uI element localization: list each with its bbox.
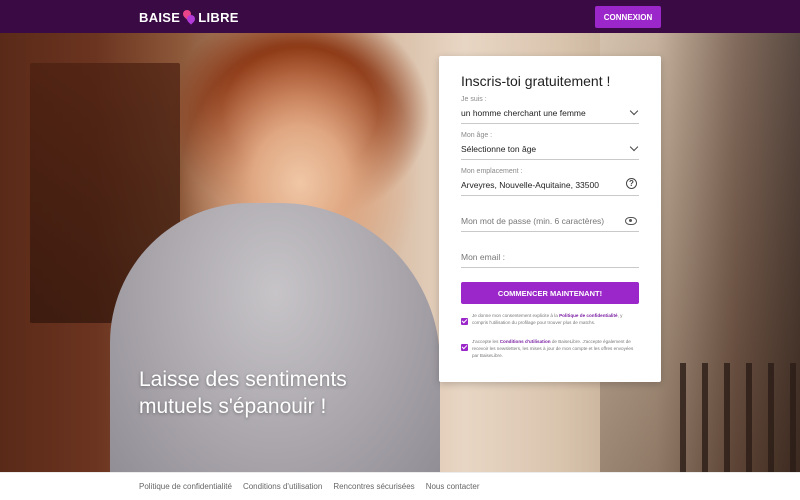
gender-label: Je suis : xyxy=(461,96,487,103)
hero-tagline: Laisse des sentiments mutuels s'épanouir… xyxy=(139,366,347,420)
hero-railing-background xyxy=(680,363,800,472)
gender-select[interactable]: Je suis : un homme cherchant une femme xyxy=(461,96,639,124)
privacy-consent-text: Je donne mon consentement explicite à la… xyxy=(472,312,639,326)
gender-value: un homme cherchant une femme xyxy=(461,108,586,118)
tagline-line-2: mutuels s'épanouir ! xyxy=(139,395,327,418)
chevron-down-icon xyxy=(629,142,639,152)
signup-form-card: Inscris-toi gratuitement ! Je suis : un … xyxy=(439,56,661,382)
logo-text-left: BAISE xyxy=(139,9,181,25)
footer: Politique de confidentialité Conditions … xyxy=(0,472,800,500)
age-select[interactable]: Mon âge : Sélectionne ton âge xyxy=(461,132,639,160)
email-field[interactable]: Mon email : xyxy=(461,246,639,268)
footer-link-privacy[interactable]: Politique de confidentialité xyxy=(139,482,232,491)
terms-of-use-link[interactable]: Conditions d'utilisation xyxy=(500,339,551,344)
start-now-button[interactable]: COMMENCER MAINTENANT! xyxy=(461,282,639,304)
tagline-line-1: Laisse des sentiments xyxy=(139,368,347,391)
password-placeholder: Mon mot de passe (min. 6 caractères) xyxy=(461,216,605,226)
hearts-logo-icon xyxy=(181,8,197,26)
footer-link-safe-dating[interactable]: Rencontres sécurisées xyxy=(333,482,414,491)
help-icon[interactable]: ? xyxy=(626,178,637,189)
age-label: Mon âge : xyxy=(461,132,493,139)
form-title: Inscris-toi gratuitement ! xyxy=(461,73,611,89)
privacy-consent: Je donne mon consentement explicite à la… xyxy=(461,312,639,326)
email-placeholder: Mon email : xyxy=(461,252,505,262)
password-field[interactable]: Mon mot de passe (min. 6 caractères) xyxy=(461,208,639,232)
hero-person-jacket xyxy=(110,203,440,472)
terms-consent-pre: J'accepte les xyxy=(472,339,499,344)
terms-consent: J'accepte les Conditions d'utilisation d… xyxy=(461,338,639,359)
privacy-consent-checkbox[interactable] xyxy=(461,318,468,325)
site-logo[interactable]: BAISE LIBRE xyxy=(139,8,239,26)
privacy-policy-link[interactable]: Politique de confidentialité xyxy=(559,313,617,318)
location-value: Arveyres, Nouvelle-Aquitaine, 33500 xyxy=(461,180,599,190)
hero-background-photo xyxy=(0,33,800,472)
top-navigation-bar: BAISE LIBRE CONNEXION xyxy=(0,0,800,33)
footer-link-contact[interactable]: Nous contacter xyxy=(426,482,480,491)
chevron-down-icon xyxy=(629,106,639,116)
terms-consent-checkbox[interactable] xyxy=(461,344,468,351)
location-field[interactable]: Mon emplacement : Arveyres, Nouvelle-Aqu… xyxy=(461,168,639,196)
location-label: Mon emplacement : xyxy=(461,168,523,175)
login-button[interactable]: CONNEXION xyxy=(595,6,661,28)
footer-link-terms[interactable]: Conditions d'utilisation xyxy=(243,482,322,491)
logo-text-right: LIBRE xyxy=(198,9,239,25)
show-password-eye-icon[interactable] xyxy=(625,217,637,225)
terms-consent-text: J'accepte les Conditions d'utilisation d… xyxy=(472,338,639,359)
privacy-consent-pre: Je donne mon consentement explicite à la xyxy=(472,313,558,318)
age-value: Sélectionne ton âge xyxy=(461,144,537,154)
